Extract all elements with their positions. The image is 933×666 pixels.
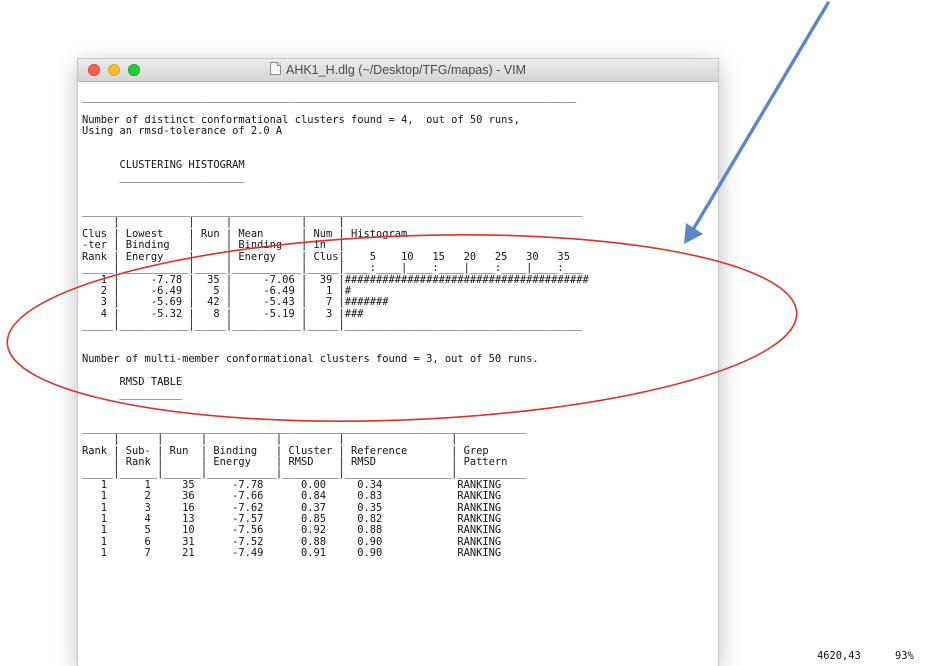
title-bar[interactable]: AHK1_H.dlg (~/Desktop/TFG/mapas) - VIM [78,59,718,82]
buffer-line: ________________________________________… [82,205,583,218]
buffer-line: Rank | Energy | | Energy | Clus| 5 10 15… [82,250,570,263]
buffer-line: 1 4 13 -7.57 0.85 0.82 RANKING [82,513,502,526]
buffer-line: 2 | -6.49 | 5 | -6.49 | 1 |# [82,284,351,297]
buffer-line: 1 2 36 -7.66 0.84 0.83 RANKING [82,490,502,503]
cursor-position: 4620,43 [817,650,861,662]
buffer-line: Using an rmsd-tolerance of 2.0 A [82,125,283,138]
buffer-line: 4 | -5.32 | 8 | -5.19 | 3 |### [82,307,364,320]
editor-text: ________________________________________… [78,82,718,560]
buffer-line: __________ [82,387,183,400]
buffer-line: 1 1 35 -7.78 0.00 0.34 RANKING [82,478,502,491]
buffer-line: Number of distinct conformational cluste… [82,113,520,126]
buffer-line: ________________________________________… [82,91,577,103]
buffer-line: _____|___________|_____|___________|____… [82,319,583,332]
window-title: AHK1_H.dlg (~/Desktop/TFG/mapas) - VIM [285,63,526,77]
scroll-percent: 93% [895,650,914,662]
buffer-line: | Rank | | Energy | RMSD | RMSD | Patter… [82,456,508,468]
buffer-line: 1 3 16 -7.62 0.37 0.35 RANKING [82,501,502,514]
buffer-line: Number of multi-member conformational cl… [82,353,539,366]
buffer-line: ________________________________________… [82,421,527,434]
buffer-line: Clus | Lowest | Run | Mean | Num | Histo… [82,227,408,240]
buffer-line: 1 | -7.78 | 35 | -7.06 | 39 |###########… [82,273,589,286]
buffer-line: _____|______|______|___________|________… [82,467,527,480]
buffer-line: CLUSTERING HISTOGRAM [82,159,245,172]
vim-window: AHK1_H.dlg (~/Desktop/TFG/mapas) - VIM _… [78,59,718,666]
buffer-line: ____________________ [82,170,245,183]
buffer-line: RMSD TABLE [82,376,183,389]
editor-buffer[interactable]: ________________________________________… [78,82,718,666]
buffer-line: Rank | Sub- | Run | Binding | Cluster | … [82,444,489,457]
document-icon [269,62,281,75]
buffer-line: | | | | | | [82,433,458,446]
buffer-line: -ter | Binding | | Binding | in | [82,239,345,252]
buffer-line: | | | | | [82,216,345,229]
buffer-line: 1 5 10 -7.56 0.92 0.88 RANKING [82,524,502,537]
buffer-line: 1 7 21 -7.49 0.91 0.90 RANKING [82,547,502,560]
buffer-line: 1 6 31 -7.52 0.88 0.90 RANKING [82,535,502,548]
buffer-line: _____|___________|_____|___________|____… [82,262,583,275]
buffer-line: 3 | -5.69 | 42 | -5.43 | 7 |####### [82,296,389,309]
